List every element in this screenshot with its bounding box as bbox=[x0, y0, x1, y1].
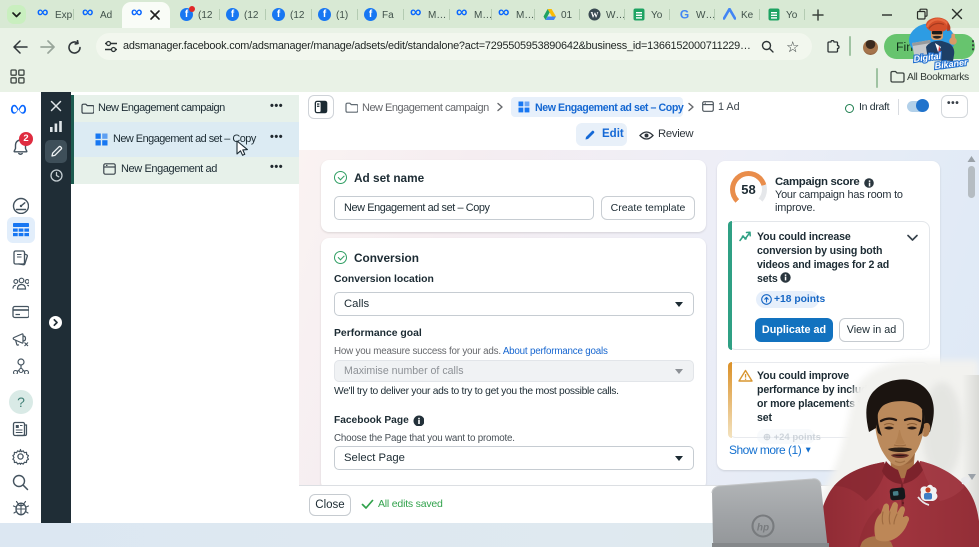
svg-text:hp: hp bbox=[757, 523, 769, 534]
